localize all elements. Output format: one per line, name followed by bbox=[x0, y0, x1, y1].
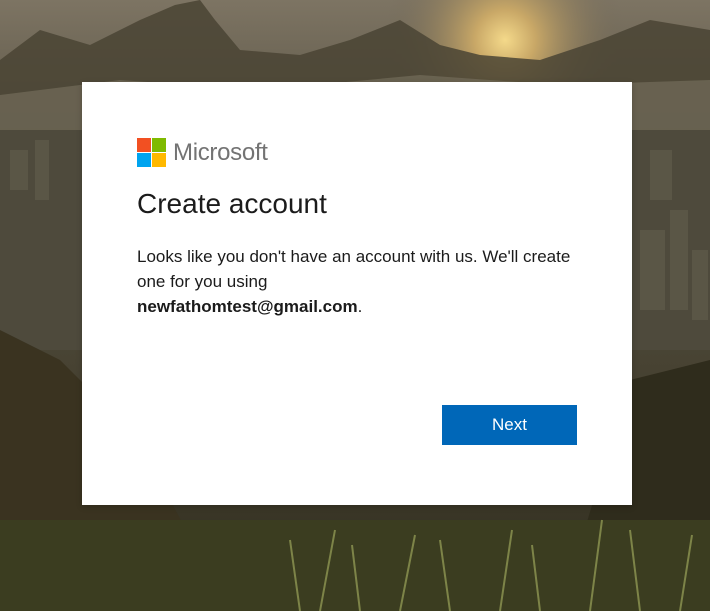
message-suffix: . bbox=[357, 297, 363, 316]
logo-blue-square bbox=[137, 153, 151, 167]
logo-green-square bbox=[152, 138, 166, 152]
dialog-message: Looks like you don't have an account wit… bbox=[137, 244, 587, 319]
microsoft-logo-row: Microsoft bbox=[137, 138, 268, 167]
message-text: Looks like you don't have an account wit… bbox=[137, 247, 571, 291]
brand-name: Microsoft bbox=[173, 138, 268, 166]
page-title: Create account bbox=[137, 188, 327, 219]
logo-yellow-square bbox=[152, 153, 166, 167]
create-account-dialog: Microsoft Create account Looks like you … bbox=[82, 82, 632, 505]
next-button[interactable]: Next bbox=[442, 405, 577, 445]
logo-red-square bbox=[137, 138, 151, 152]
microsoft-logo-icon bbox=[137, 138, 166, 167]
account-email: newfathomtest@gmail.com bbox=[137, 297, 358, 316]
